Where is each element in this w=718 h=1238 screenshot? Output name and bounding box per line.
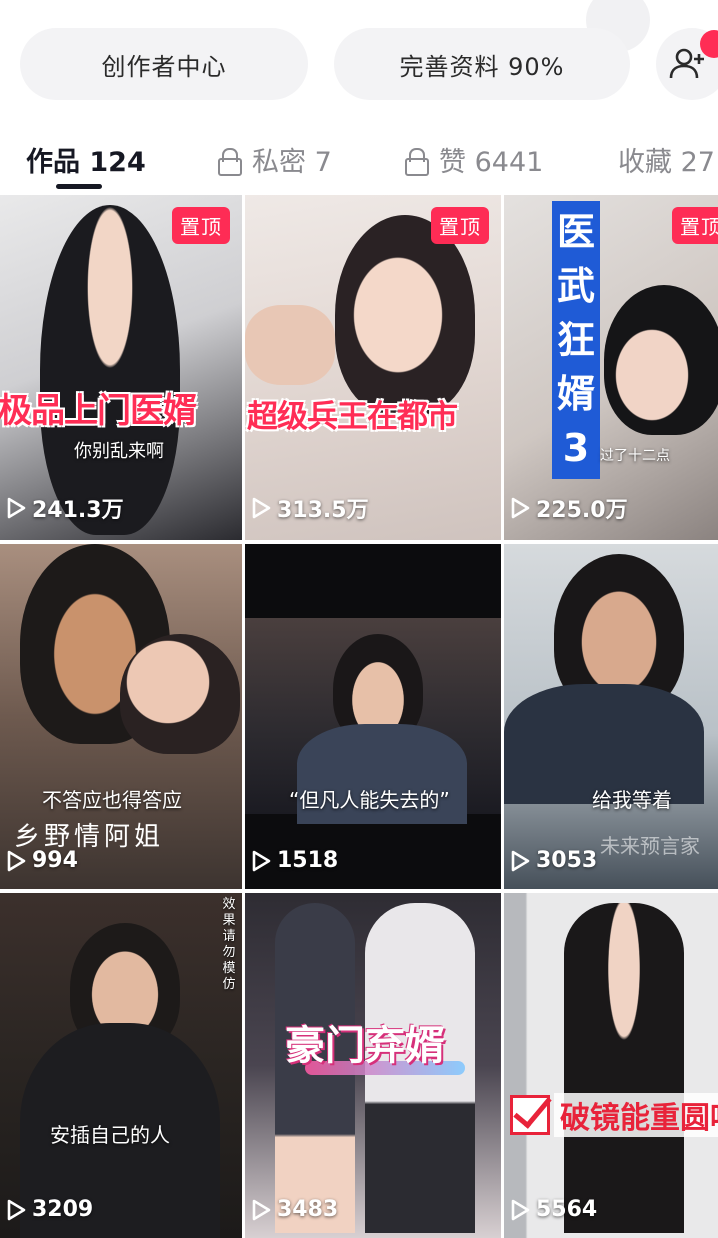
tab-works-label: 作品 124 xyxy=(26,147,146,178)
view-count-value: 3209 xyxy=(32,1197,94,1222)
video-title: 破镜能重圆吗 xyxy=(554,1093,718,1137)
video-caption: 你别乱来啊 xyxy=(74,441,164,462)
play-icon xyxy=(7,497,26,519)
video-title-group: 破镜能重圆吗 xyxy=(510,1093,718,1137)
tab-active-indicator xyxy=(56,184,102,189)
view-count-value: 1518 xyxy=(277,848,339,873)
video-card[interactable]: 豪门弃婿 3483 xyxy=(245,893,501,1238)
lock-icon xyxy=(218,147,242,176)
complete-profile-label: 完善资料 90% xyxy=(399,52,565,81)
video-card[interactable]: 置顶 医武狂婿3 过了十二点 225.0万 xyxy=(504,195,718,540)
view-count: 313.5万 xyxy=(251,492,369,524)
play-icon xyxy=(511,497,530,519)
watermark: 未来预言家 xyxy=(600,834,700,858)
video-card[interactable]: 给我等着 未来预言家 3053 xyxy=(504,544,718,889)
play-icon xyxy=(252,850,271,871)
view-count: 3053 xyxy=(510,848,597,873)
view-count-value: 225.0万 xyxy=(536,498,628,523)
play-icon xyxy=(511,850,530,871)
pinned-badge: 置顶 xyxy=(672,207,718,244)
tab-private-label: 私密 7 xyxy=(252,147,332,178)
pinned-badge: 置顶 xyxy=(172,207,230,244)
view-count-value: 313.5万 xyxy=(277,498,369,523)
view-count: 225.0万 xyxy=(510,492,628,524)
video-thumbnail xyxy=(504,195,718,540)
video-title: 医武狂婿3 xyxy=(552,201,600,479)
view-count: 5564 xyxy=(510,1197,597,1222)
view-count: 1518 xyxy=(251,848,338,873)
play-icon xyxy=(7,1199,26,1220)
tab-works[interactable]: 作品 124 xyxy=(26,140,146,179)
view-count: 241.3万 xyxy=(6,492,124,524)
complete-profile-button[interactable]: 完善资料 90% xyxy=(334,28,630,100)
video-card[interactable]: 破镜能重圆吗 5564 xyxy=(504,893,718,1238)
video-card[interactable]: 置顶 超级兵王在都市 313.5万 xyxy=(245,195,501,540)
view-count-value: 3483 xyxy=(277,1197,339,1222)
view-count: 994 xyxy=(6,848,78,873)
video-thumbnail xyxy=(245,544,501,889)
view-count: 3209 xyxy=(6,1197,93,1222)
video-card[interactable]: 不答应也得答应 乡野情阿姐 994 xyxy=(0,544,242,889)
video-card[interactable]: “但凡人能失去的” 1518 xyxy=(245,544,501,889)
video-card[interactable]: 置顶 极品上门医婿 你别乱来啊 241.3万 xyxy=(0,195,242,540)
video-caption: 给我等着 xyxy=(592,788,672,812)
lock-icon xyxy=(405,147,429,176)
tab-private[interactable]: 私密 7 xyxy=(218,140,332,179)
video-card[interactable]: 效果请勿模仿 安插自己的人 3209 xyxy=(0,893,242,1238)
video-thumbnail xyxy=(504,893,718,1238)
play-icon xyxy=(252,1199,271,1220)
video-title: 豪门弃婿 xyxy=(285,1023,445,1069)
video-thumbnail xyxy=(0,195,242,540)
pinned-badge: 置顶 xyxy=(431,207,489,244)
tab-collections[interactable]: 收藏 27 xyxy=(618,140,715,179)
view-count-value: 5564 xyxy=(536,1197,598,1222)
creator-center-button[interactable]: 创作者中心 xyxy=(20,28,308,100)
play-icon xyxy=(252,497,271,519)
tab-likes-label: 赞 6441 xyxy=(439,147,544,178)
view-count-value: 994 xyxy=(32,848,78,873)
top-bar: 创作者中心 完善资料 90% xyxy=(0,0,718,120)
view-count-value: 241.3万 xyxy=(32,498,124,523)
video-title: 超级兵王在都市 xyxy=(247,399,458,435)
view-count: 3483 xyxy=(251,1197,338,1222)
video-caption: 安插自己的人 xyxy=(50,1123,170,1147)
tab-likes[interactable]: 赞 6441 xyxy=(405,140,543,179)
video-thumbnail xyxy=(0,893,242,1238)
profile-tabs: 作品 124 私密 7 赞 6441 收藏 27 xyxy=(0,120,718,192)
video-title: 极品上门医婿 xyxy=(0,391,197,431)
tab-collections-label: 收藏 27 xyxy=(618,147,715,178)
checkmark-icon xyxy=(510,1095,550,1135)
video-caption: “但凡人能失去的” xyxy=(289,788,450,812)
disclaimer-text: 效果请勿模仿 xyxy=(222,897,236,992)
play-icon xyxy=(7,850,26,871)
video-grid: 置顶 极品上门医婿 你别乱来啊 241.3万 置顶 超级兵王在都市 313.5万… xyxy=(0,195,718,1238)
view-count-value: 3053 xyxy=(536,848,598,873)
video-caption: 过了十二点 xyxy=(600,448,670,464)
play-icon xyxy=(511,1199,530,1220)
video-thumbnail xyxy=(245,195,501,540)
video-caption: 不答应也得答应 xyxy=(42,788,182,812)
creator-center-label: 创作者中心 xyxy=(101,52,227,81)
